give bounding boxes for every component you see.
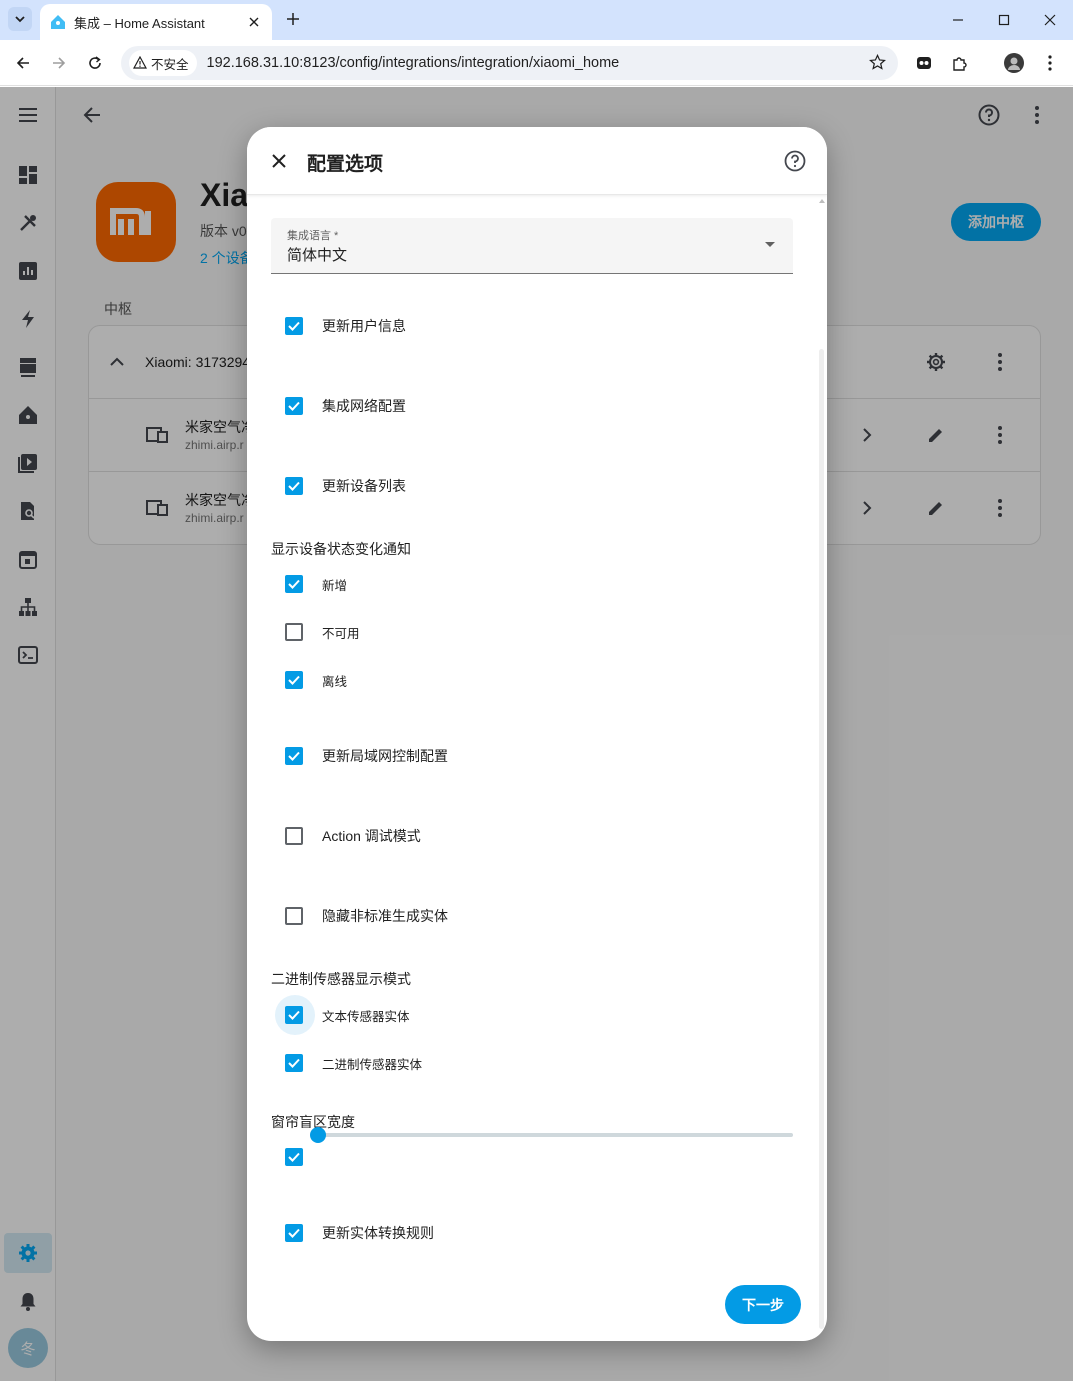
checkbox-curtain[interactable] (285, 1147, 303, 1167)
warning-icon (133, 56, 147, 69)
checkbox-update-device-list[interactable]: 更新设备列表 (285, 476, 406, 496)
tab-search-button[interactable] (8, 7, 32, 31)
maximize-window-button[interactable] (981, 0, 1027, 40)
checkbox-label: 更新设备列表 (322, 478, 406, 494)
close-dialog-button[interactable] (267, 149, 291, 173)
checkbox-label: 隐藏非标准生成实体 (322, 908, 448, 924)
checkbox-unchecked-icon[interactable] (285, 827, 303, 845)
arrow-left-icon (16, 57, 29, 69)
extensions-menu-button[interactable] (948, 51, 972, 75)
forward-button[interactable] (47, 51, 71, 75)
maximize-icon (998, 14, 1010, 26)
close-icon (272, 154, 286, 168)
checkbox-checked-icon[interactable] (285, 575, 303, 593)
checkbox-label: 更新实体转换规则 (322, 1225, 434, 1241)
profile-avatar-icon (1004, 53, 1024, 73)
checkbox-checked-icon[interactable] (285, 317, 303, 335)
dialog-help-button[interactable] (783, 149, 807, 173)
address-bar[interactable]: 不安全 192.168.31.10:8123/config/integratio… (121, 46, 898, 80)
close-icon (1044, 14, 1056, 26)
dropdown-arrow-icon (765, 242, 775, 247)
checkbox-label: 不可用 (322, 626, 360, 641)
dialog-scrollbar[interactable] (819, 349, 824, 1329)
notify-section-title: 显示设备状态变化通知 (271, 541, 411, 557)
reload-icon (89, 56, 101, 69)
new-tab-button[interactable] (282, 8, 304, 30)
checkbox-notify-unavailable[interactable]: 不可用 (285, 622, 360, 642)
checkbox-label: 集成网络配置 (322, 398, 406, 414)
language-select-value: 简体中文 (287, 247, 348, 264)
arrow-right-icon (53, 57, 66, 69)
browser-tab-strip: 集成 – Home Assistant (0, 0, 1073, 40)
home-assistant-favicon (50, 14, 66, 30)
puzzle-icon (953, 57, 967, 71)
plus-icon (287, 13, 299, 25)
checkbox-label: 文本传感器实体 (322, 1009, 410, 1024)
checkbox-label: Action 调试模式 (322, 828, 421, 844)
checkbox-checked-icon[interactable] (285, 1006, 303, 1024)
chevron-down-icon (15, 16, 25, 23)
language-select-label: 集成语言 * (287, 230, 339, 242)
checkbox-action-debug[interactable]: Action 调试模式 (285, 826, 421, 846)
checkbox-checked-icon[interactable] (285, 1054, 303, 1072)
checkbox-checked-icon[interactable] (285, 397, 303, 415)
checkbox-label: 新增 (322, 578, 348, 593)
more-vertical-icon (1048, 55, 1052, 71)
options-dialog: 配置选项 集成语言 * 简体中文 更新用户信息 集成网络配置 更新设备列表 显示… (247, 127, 827, 1341)
checkbox-checked-icon[interactable] (285, 1148, 303, 1166)
scroll-up-arrow-icon[interactable] (819, 199, 825, 203)
checkbox-checked-icon[interactable] (285, 1224, 303, 1242)
checkbox-unchecked-icon[interactable] (285, 623, 303, 641)
checkbox-update-user-info[interactable]: 更新用户信息 (285, 316, 406, 336)
back-button[interactable] (11, 51, 35, 75)
checkbox-binary-sensor[interactable]: 二进制传感器实体 (285, 1053, 422, 1073)
bookmark-star-icon[interactable] (869, 53, 886, 76)
browser-menu-button[interactable] (1038, 51, 1062, 75)
language-select[interactable]: 集成语言 * 简体中文 (271, 218, 793, 274)
minimize-icon (953, 19, 963, 21)
curtain-width-slider-track[interactable] (317, 1133, 793, 1137)
profile-avatar-button[interactable] (1002, 51, 1026, 75)
checkbox-notify-offline[interactable]: 离线 (285, 670, 347, 690)
close-window-button[interactable] (1027, 0, 1073, 40)
dialog-title: 配置选项 (307, 154, 384, 175)
checkbox-notify-add[interactable]: 新增 (285, 574, 347, 594)
checkbox-network-config[interactable]: 集成网络配置 (285, 396, 406, 416)
security-chip[interactable]: 不安全 (129, 50, 197, 76)
security-label: 不安全 (151, 57, 189, 72)
checkbox-checked-icon[interactable] (285, 747, 303, 765)
curtain-width-slider-thumb[interactable] (310, 1127, 326, 1143)
checkbox-label: 更新用户信息 (322, 318, 406, 334)
checkbox-hide-nonstandard[interactable]: 隐藏非标准生成实体 (285, 906, 448, 926)
checkbox-text-sensor[interactable]: 文本传感器实体 (285, 1005, 410, 1025)
reload-button[interactable] (83, 51, 107, 75)
checkbox-label: 离线 (322, 674, 348, 689)
checkbox-checked-icon[interactable] (285, 477, 303, 495)
checkbox-lan-control[interactable]: 更新局域网控制配置 (285, 746, 448, 766)
dialog-header: 配置选项 (247, 127, 827, 195)
next-step-button[interactable]: 下一步 (725, 1285, 801, 1324)
checkbox-unchecked-icon[interactable] (285, 907, 303, 925)
minimize-window-button[interactable] (935, 0, 981, 40)
extension-app-icon (917, 57, 931, 69)
checkbox-label: 二进制传感器实体 (322, 1057, 423, 1072)
checkbox-checked-icon[interactable] (285, 671, 303, 689)
help-circle-icon (784, 150, 806, 172)
extension-button[interactable] (912, 51, 936, 75)
binary-sensor-section-title: 二进制传感器显示模式 (271, 971, 411, 987)
close-tab-icon[interactable] (246, 14, 262, 30)
checkbox-update-trans-rules[interactable]: 更新实体转换规则 (285, 1223, 434, 1243)
checkbox-label: 更新局域网控制配置 (322, 748, 448, 764)
tab-title: 集成 – Home Assistant (74, 15, 205, 31)
url-text: 192.168.31.10:8123/config/integrations/i… (206, 55, 620, 71)
browser-toolbar: 不安全 192.168.31.10:8123/config/integratio… (0, 40, 1073, 86)
active-tab[interactable]: 集成 – Home Assistant (40, 4, 272, 40)
